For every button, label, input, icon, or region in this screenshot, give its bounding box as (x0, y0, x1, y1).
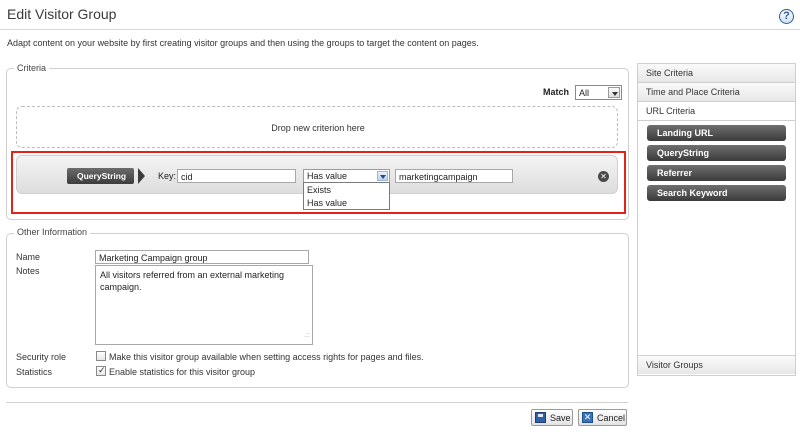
notes-textarea[interactable]: All visitors referred from an external m… (95, 265, 313, 345)
save-button[interactable]: Save (531, 409, 573, 426)
criteria-legend: Criteria (14, 63, 50, 73)
security-role-label: Security role (16, 352, 67, 362)
statistics-checkbox[interactable] (96, 365, 106, 376)
other-info-legend: Other Information (14, 227, 91, 237)
cancel-icon: ✕ (582, 412, 593, 423)
criterion-search-keyword[interactable]: Search Keyword (647, 185, 786, 201)
statistics-label: Statistics (16, 367, 53, 377)
chevron-down-icon[interactable] (608, 87, 620, 98)
save-icon (535, 412, 546, 423)
criterion-querystring[interactable]: QueryString (647, 145, 786, 161)
security-role-checkbox-label: Make this visitor group available when s… (109, 352, 424, 362)
panel-section-site-criteria[interactable]: Site Criteria (638, 64, 795, 83)
dropzone-text: Drop new criterion here (271, 123, 365, 133)
statistics-checkbox-label: Enable statistics for this visitor group (109, 367, 256, 377)
save-button-label: Save (550, 413, 571, 423)
cancel-button-label: Cancel (597, 413, 626, 423)
criterion-dropzone[interactable]: Drop new criterion here (16, 106, 618, 148)
security-role-checkbox[interactable] (96, 351, 106, 361)
intro-text: Adapt content on your website by first c… (7, 38, 479, 48)
match-select[interactable]: All (575, 85, 622, 100)
notes-text: All visitors referred from an external m… (100, 270, 285, 292)
title-divider (0, 29, 800, 30)
criterion-highlight-box (11, 151, 626, 214)
page-title: Edit Visitor Group (7, 6, 117, 22)
match-value: All (579, 88, 590, 98)
criterion-landing-url[interactable]: Landing URL (647, 125, 786, 141)
cancel-button[interactable]: ✕ Cancel (578, 409, 627, 426)
footer-divider (6, 402, 628, 403)
panel-section-time-place[interactable]: Time and Place Criteria (638, 83, 795, 102)
resize-grip-icon[interactable]: .:: (304, 330, 310, 342)
criterion-referrer[interactable]: Referrer (647, 165, 786, 181)
help-icon[interactable]: ? (779, 9, 794, 24)
name-label: Name (16, 252, 41, 262)
notes-label: Notes (16, 266, 40, 276)
name-input[interactable]: Marketing Campaign group (95, 250, 309, 264)
panel-section-visitor-groups[interactable]: Visitor Groups (638, 355, 795, 374)
criteria-panel: Site Criteria Time and Place Criteria UR… (637, 63, 796, 376)
match-label: Match (543, 87, 570, 97)
panel-section-url-criteria[interactable]: URL Criteria (638, 102, 795, 121)
